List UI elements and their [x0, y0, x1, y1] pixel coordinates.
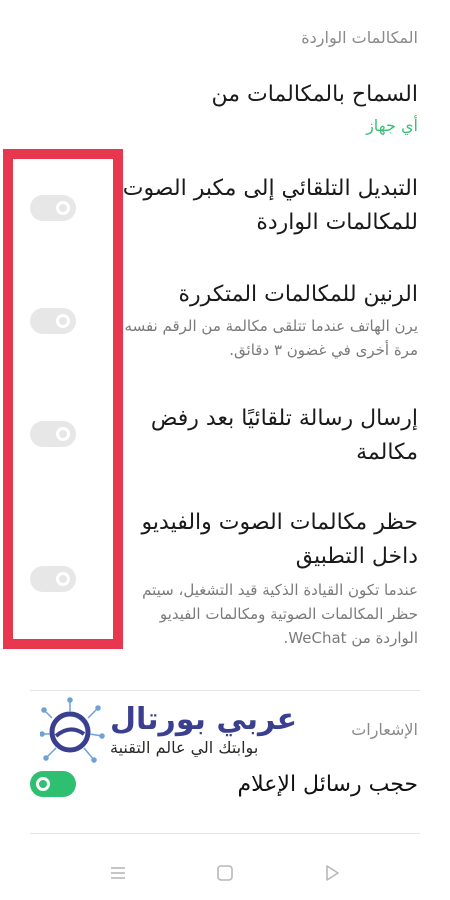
block-app-calls-desc-line2: حظر المكالمات الصوتية ومكالمات الفيديو	[159, 605, 418, 623]
repeated-calls-desc-line1: يرن الهاتف عندما تتلقى مكالمة من الرقم ن…	[124, 317, 418, 335]
section-header-notifications: الإشعارات	[351, 720, 418, 739]
block-media-toggle[interactable]	[30, 771, 76, 797]
auto-message-row: إرسال رسالة تلقائيًا بعد رفض مكالمة	[118, 402, 418, 470]
auto-speaker-title-line2: للمكالمات الواردة	[256, 210, 418, 235]
back-triangle-icon[interactable]	[323, 864, 341, 882]
toggle-knob	[36, 777, 50, 791]
section-divider	[30, 690, 420, 691]
block-app-calls-title-line1: حظر مكالمات الصوت والفيديو	[141, 510, 418, 535]
navigation-bar	[0, 850, 450, 900]
watermark-sub-text: بوابتك الي عالم التقنية	[110, 738, 259, 757]
home-square-icon[interactable]	[216, 864, 234, 882]
auto-message-title-line2: مكالمة	[356, 440, 418, 465]
block-app-calls-desc-line1: عندما تكون القيادة الذكية قيد التشغيل، س…	[142, 581, 418, 599]
allow-calls-from-title: السماح بالمكالمات من	[211, 82, 418, 107]
repeated-calls-title: الرنين للمكالمات المتكررة	[178, 282, 418, 307]
auto-speaker-row: التبديل التلقائي إلى مكبر الصوت للمكالما…	[118, 172, 418, 240]
allow-calls-from-value: أي جهاز	[366, 116, 418, 135]
repeated-calls-desc-line2: مرة أخرى في غضون ٣ دقائق.	[229, 341, 418, 359]
watermark-logo	[39, 696, 106, 766]
block-app-calls-row: حظر مكالمات الصوت والفيديو داخل التطبيق …	[88, 506, 418, 650]
block-app-calls-title-line2: داخل التطبيق	[295, 544, 418, 569]
allow-calls-from-row[interactable]: السماح بالمكالمات من أي جهاز	[28, 78, 418, 135]
auto-speaker-title-line1: التبديل التلقائي إلى مكبر الصوت	[122, 176, 418, 201]
repeated-calls-row: الرنين للمكالمات المتكررة يرن الهاتف عند…	[88, 278, 418, 362]
network-globe-icon	[39, 697, 105, 763]
auto-message-title-line1: إرسال رسالة تلقائيًا بعد رفض	[150, 406, 418, 431]
highlight-box	[3, 149, 123, 649]
bottom-divider	[30, 833, 420, 834]
block-app-calls-desc-line3: الواردة من WeChat.	[283, 629, 418, 647]
watermark-main-text: عربي بورتال	[110, 702, 298, 737]
menu-icon[interactable]	[109, 864, 127, 882]
section-header-incoming-calls: المكالمات الواردة	[301, 28, 418, 47]
block-media-title: حجب رسائل الإعلام	[237, 772, 418, 797]
